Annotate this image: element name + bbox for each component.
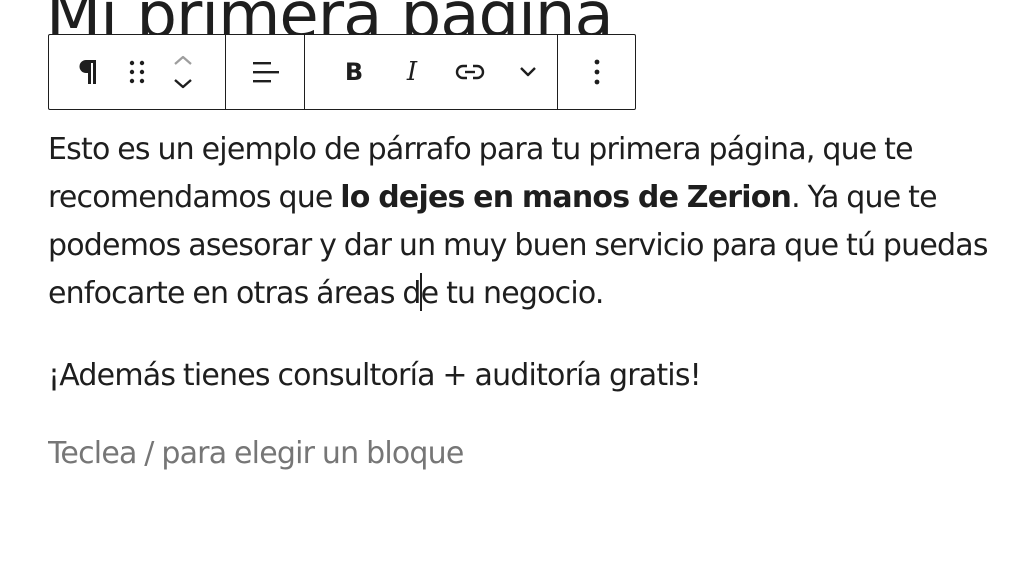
italic-icon: I [406,57,418,87]
align-button[interactable] [241,48,289,96]
options-group [558,35,635,109]
text-run: recomendamos que [48,180,341,215]
text-run: enfocarte en otras áreas d [48,276,421,311]
paragraph-block-1[interactable]: Esto es un ejemplo de párrafo para tu pr… [48,126,1024,318]
chevron-down-icon [174,79,192,89]
move-down-button[interactable] [168,75,198,93]
text-run: . Ya que te [791,180,937,215]
paragraph-1-line-1: Esto es un ejemplo de párrafo para tu pr… [48,132,914,167]
bold-icon: B [344,58,364,86]
drag-handle-icon [129,60,145,84]
move-up-button[interactable] [168,51,198,69]
text-run: e tu negocio. [420,276,605,311]
drag-handle[interactable] [113,48,161,96]
chevron-up-icon [174,55,192,65]
paragraph-1-line-4: enfocarte en otras áreas de tu negocio. [48,270,1024,318]
editor-content: Esto es un ejemplo de párrafo para tu pr… [48,126,1024,471]
block-movers [161,42,205,102]
more-formats-button[interactable] [499,48,557,96]
paragraph-1-line-3: podemos asesorar y dar un muy buen servi… [48,228,988,263]
paragraph-block-button[interactable] [65,48,113,96]
block-appender-placeholder[interactable]: Teclea / para elegir un bloque [48,430,464,478]
more-vertical-icon [594,59,599,85]
bold-button[interactable]: B [325,48,383,96]
align-left-icon [253,62,279,83]
italic-button[interactable]: I [383,48,441,96]
chevron-down-icon [520,67,536,77]
bold-text: lo dejes en manos de Zerion [340,180,792,215]
link-button[interactable] [441,48,499,96]
link-icon [455,64,485,80]
formatting-group: B I [305,35,558,109]
paragraph-block-2[interactable]: ¡Además tienes consultoría + auditoría g… [48,352,701,400]
block-toolbar: B I [48,34,636,110]
block-tools-group [49,35,226,109]
paragraph-1-line-2: recomendamos que lo dejes en manos de Ze… [48,174,1024,222]
alignment-group [226,35,305,109]
options-button[interactable] [573,48,621,96]
pilcrow-icon [79,60,96,84]
